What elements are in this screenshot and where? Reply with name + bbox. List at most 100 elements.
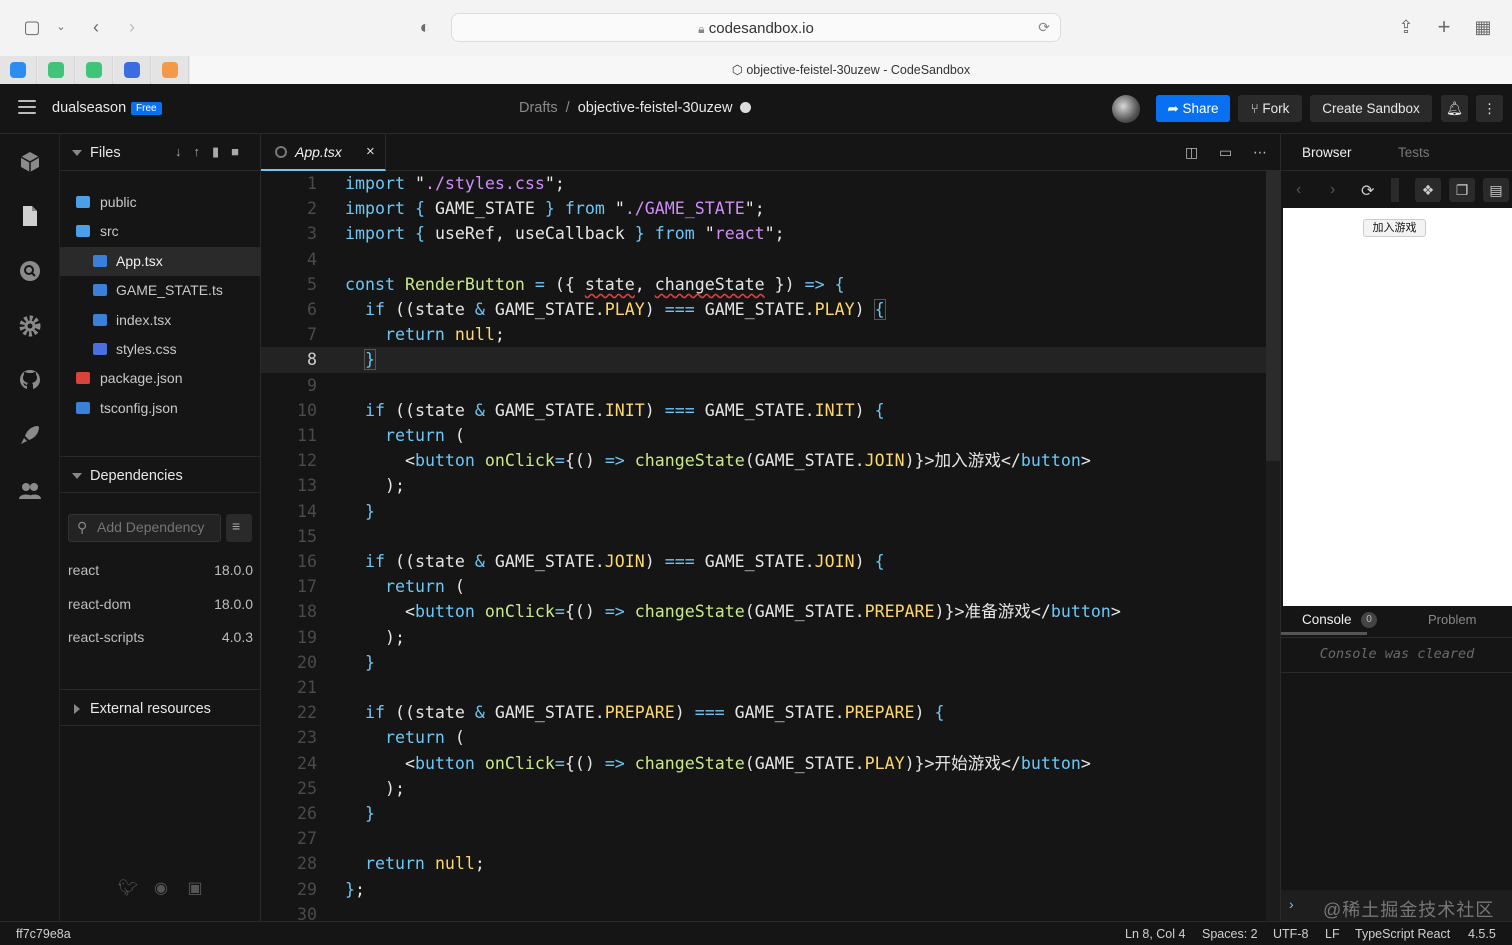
code-line[interactable]: 9 [261, 373, 1266, 398]
close-icon[interactable]: × [366, 143, 375, 160]
refresh-icon[interactable]: ⟳ [1361, 181, 1374, 201]
new-tab-icon[interactable]: + [1433, 16, 1455, 38]
file-item[interactable]: index.tsx [60, 306, 261, 335]
typescript-version[interactable]: 4.5.5 [1468, 927, 1496, 941]
forward-icon[interactable]: › [121, 17, 143, 37]
dependency-list-button[interactable]: ≡ [226, 514, 252, 542]
file-item[interactable]: src [60, 217, 261, 246]
file-item[interactable]: public [60, 188, 261, 217]
new-folder-icon[interactable]: ■ [231, 144, 251, 159]
file-item[interactable]: App.tsx [60, 246, 261, 276]
layout-icon[interactable]: ▤ [1483, 178, 1509, 202]
pinned-tab[interactable] [76, 56, 113, 84]
tab-console[interactable]: Console [1302, 612, 1352, 627]
share-icon[interactable]: ⇪ [1395, 17, 1417, 37]
line-ending[interactable]: LF [1325, 927, 1340, 941]
live-users-icon[interactable] [18, 479, 42, 503]
code-line[interactable]: 11 return ( [261, 423, 1266, 448]
code-line[interactable]: 22 if ((state & GAME_STATE.PREPARE) === … [261, 700, 1266, 725]
github-icon[interactable]: ◉ [152, 880, 170, 898]
commit-hash[interactable]: ff7c79e8a [16, 927, 71, 941]
code-line[interactable]: 10 if ((state & GAME_STATE.INIT) === GAM… [261, 398, 1266, 423]
share-button[interactable]: ➦ Share [1156, 95, 1230, 122]
back-icon[interactable]: ‹ [85, 17, 107, 37]
add-dependency-field[interactable]: ⚲ [68, 514, 221, 542]
code-area[interactable]: 1 import "./styles.css"; 2 import { GAME_ST… [261, 171, 1266, 921]
code-line[interactable]: 8 } [261, 347, 1266, 373]
code-line[interactable]: 30 [261, 902, 1266, 921]
sandbox-name[interactable]: objective-feistel-30uzew [578, 100, 733, 116]
code-line[interactable]: 2 import { GAME_STATE } from "./GAME_STAT… [261, 196, 1266, 221]
join-game-button[interactable]: 加入游戏 [1363, 219, 1426, 237]
search-icon[interactable] [18, 259, 42, 283]
code-line[interactable]: 29}; [261, 877, 1266, 902]
pinned-tab[interactable] [152, 56, 189, 84]
address-bar[interactable]: 🔒︎ codesandbox.io ⟳ [451, 13, 1061, 42]
code-line[interactable]: 18 <button onClick={() => changeState(GA… [261, 599, 1266, 624]
file-item[interactable]: styles.css [60, 335, 261, 364]
indentation[interactable]: Spaces: 2 [1202, 927, 1258, 941]
tab-overview-icon[interactable]: ▦ [1472, 17, 1494, 37]
code-line[interactable]: 15 [261, 524, 1266, 549]
dependencies-section-header[interactable]: Dependencies [60, 456, 261, 493]
back-icon[interactable]: ‹ [1296, 181, 1301, 199]
dependency-item[interactable]: react-dom 18.0.0 [68, 596, 253, 616]
file-item[interactable]: package.json [60, 364, 261, 393]
editor-tab-app-tsx[interactable]: App.tsx × [261, 134, 386, 171]
pinned-tab[interactable] [0, 56, 37, 84]
preview-url-field[interactable] [1391, 178, 1399, 202]
external-resources-header[interactable]: External resources [60, 689, 261, 726]
username[interactable]: dualseason [52, 100, 126, 116]
project-cube-icon[interactable] [18, 150, 42, 174]
sidebar-toggle-icon[interactable]: ▢ [21, 17, 43, 37]
reload-icon[interactable]: ⟳ [1038, 19, 1050, 36]
chevron-down-icon[interactable]: ⌄ [50, 17, 72, 37]
scrollbar-thumb[interactable] [1266, 171, 1280, 461]
menu-icon[interactable] [18, 100, 36, 114]
code-line[interactable]: 20 } [261, 650, 1266, 675]
more-menu-icon[interactable]: ⋮ [1476, 95, 1503, 122]
codesandbox-logo-icon[interactable]: ❖ [1415, 178, 1441, 202]
code-line[interactable]: 4 [261, 247, 1266, 272]
discord-icon[interactable]: ▣ [186, 880, 204, 898]
code-line[interactable]: 19 ); [261, 625, 1266, 650]
new-window-icon[interactable]: ❐ [1449, 178, 1475, 202]
code-line[interactable]: 28 return null; [261, 851, 1266, 876]
add-dependency-input[interactable] [97, 519, 217, 535]
code-line[interactable]: 3 import { useRef, useCallback } from "re… [261, 221, 1266, 246]
rocket-deploy-icon[interactable] [18, 423, 42, 447]
editor-scrollbar[interactable] [1266, 171, 1280, 921]
download-icon[interactable]: ↓ [175, 144, 194, 159]
dependency-item[interactable]: react 18.0.0 [68, 562, 253, 582]
more-actions-icon[interactable]: ⋯ [1253, 144, 1267, 161]
code-line[interactable]: 13 ); [261, 473, 1266, 498]
code-line[interactable]: 24 <button onClick={() => changeState(GA… [261, 751, 1266, 776]
privacy-shield-icon[interactable]: ◐ [414, 17, 436, 37]
fork-button[interactable]: ⑂ Fork [1238, 95, 1302, 122]
gear-icon[interactable] [18, 314, 42, 338]
pinned-tab[interactable] [38, 56, 75, 84]
forward-icon[interactable]: › [1330, 181, 1335, 199]
code-line[interactable]: 6 if ((state & GAME_STATE.PLAY) === GAME… [261, 297, 1266, 322]
avatar[interactable] [1112, 95, 1140, 123]
tab-browser[interactable]: Browser [1302, 145, 1352, 160]
code-line[interactable]: 12 <button onClick={() => changeState(GA… [261, 448, 1266, 473]
upload-icon[interactable]: ↑ [193, 144, 212, 159]
twitter-icon[interactable]: 🐦︎ [118, 880, 138, 898]
files-section-header[interactable]: Files ↓↑▮■ [60, 134, 261, 171]
cursor-position[interactable]: Ln 8, Col 4 [1125, 927, 1185, 941]
code-line[interactable]: 26 } [261, 801, 1266, 826]
new-file-icon[interactable]: ▮ [212, 144, 231, 159]
files-icon[interactable] [18, 204, 42, 228]
breadcrumb-drafts[interactable]: Drafts [519, 100, 558, 116]
globe-icon[interactable] [740, 102, 752, 113]
notifications-bell-icon[interactable]: 🔔︎ [1441, 95, 1468, 122]
code-line[interactable]: 16 if ((state & GAME_STATE.JOIN) === GAM… [261, 549, 1266, 574]
file-item[interactable]: GAME_STATE.ts [60, 276, 261, 305]
code-line[interactable]: 1 import "./styles.css"; [261, 171, 1266, 196]
tab-tests[interactable]: Tests [1398, 145, 1430, 160]
code-line[interactable]: 25 ); [261, 776, 1266, 801]
pinned-tab[interactable] [114, 56, 151, 84]
language-mode[interactable]: TypeScript React [1355, 927, 1450, 941]
create-sandbox-button[interactable]: Create Sandbox [1310, 95, 1432, 122]
